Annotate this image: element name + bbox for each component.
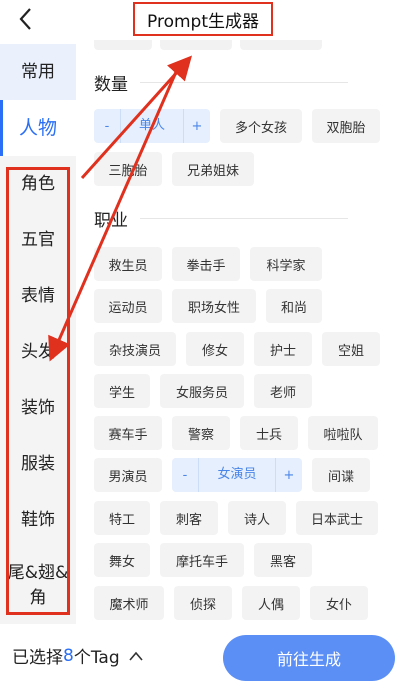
tag-occupation[interactable]: 赛车手 (94, 416, 162, 450)
tag-occupation[interactable]: 侦探 (174, 586, 232, 620)
selected-prefix: 已选择 (12, 648, 63, 668)
tag-occupation[interactable]: 修女 (186, 332, 244, 366)
tag-panel: 数量 - 单人 + 多个女孩 双胞胎 三胞胎 兄弟姐妹 职业 救生员 拳击手 科… (76, 40, 402, 625)
selected-suffix: 个Tag (73, 648, 120, 668)
tag-occupation[interactable]: 人偶 (242, 586, 300, 620)
sidebar-item-common[interactable]: 常用 (0, 44, 76, 100)
scrolled-tag-stub (160, 40, 232, 50)
quantity-stepper[interactable]: - 单人 + (94, 109, 210, 143)
tag-occupation[interactable]: 间谍 (312, 458, 370, 492)
tag-multiple-girls[interactable]: 多个女孩 (220, 109, 302, 143)
tag-occupation[interactable]: 拳击手 (172, 247, 240, 281)
tag-occupation[interactable]: 啦啦队 (308, 416, 378, 450)
tag-twins[interactable]: 双胞胎 (312, 109, 380, 143)
scrolled-tag-stub (94, 40, 152, 50)
sidebar-item-tail-wings-horns[interactable]: 尾&翅&角 (0, 554, 76, 618)
stepper-minus-button[interactable]: - (94, 119, 120, 134)
tag-occupation[interactable]: 舞女 (94, 543, 150, 577)
tag-occupation[interactable]: 杂技演员 (94, 332, 176, 366)
tag-triplets[interactable]: 三胞胎 (94, 152, 162, 186)
footer-bar: 已选择 8 个Tag 前往生成 (0, 625, 402, 686)
stepper-value: 女演员 (198, 458, 276, 492)
tag-occupation[interactable]: 魔术师 (94, 586, 164, 620)
chevron-up-icon (129, 651, 143, 661)
sidebar-item-shoes[interactable]: 鞋饰 (0, 492, 76, 548)
category-sidebar: 常用 人物 角色 五官 表情 头发 装饰 服装 鞋饰 尾&翅&角 (0, 44, 76, 624)
section-title-occupation: 职业 (94, 211, 128, 231)
page-title: Prompt生成器 (133, 2, 273, 36)
tag-occupation[interactable]: 科学家 (250, 247, 322, 281)
sidebar-item-accessories[interactable]: 装饰 (0, 380, 76, 436)
chevron-left-icon (19, 8, 31, 30)
actress-stepper[interactable]: - 女演员 + (172, 458, 302, 492)
header: Prompt生成器 (0, 0, 402, 40)
selected-count: 8 (63, 645, 74, 666)
tag-occupation[interactable]: 士兵 (240, 416, 298, 450)
section-divider (140, 82, 348, 83)
tag-occupation[interactable]: 特工 (94, 501, 150, 535)
sidebar-item-expression[interactable]: 表情 (0, 268, 76, 324)
tag-occupation[interactable]: 刺客 (160, 501, 218, 535)
tag-occupation[interactable]: 摩托车手 (160, 543, 244, 577)
tag-siblings[interactable]: 兄弟姐妹 (172, 152, 254, 186)
tag-occupation[interactable]: 诗人 (228, 501, 286, 535)
tag-occupation[interactable]: 黑客 (254, 543, 312, 577)
selected-tags-summary[interactable]: 已选择 8 个Tag (12, 643, 144, 668)
stepper-minus-button[interactable]: - (172, 468, 198, 483)
tag-occupation[interactable]: 女服务员 (160, 374, 244, 408)
tag-occupation[interactable]: 职场女性 (172, 289, 256, 323)
tag-occupation[interactable]: 学生 (94, 374, 150, 408)
sidebar-item-clothing[interactable]: 服装 (0, 436, 76, 492)
generate-button[interactable]: 前往生成 (223, 635, 395, 681)
tag-occupation[interactable]: 女仆 (310, 586, 368, 620)
stepper-value: 单人 (120, 109, 184, 143)
tag-occupation[interactable]: 救生员 (94, 247, 162, 281)
sidebar-item-role[interactable]: 角色 (0, 156, 76, 212)
section-divider (140, 218, 348, 219)
section-title-quantity: 数量 (94, 75, 128, 95)
scrolled-tag-stub (240, 40, 322, 50)
sidebar-item-character[interactable]: 人物 (0, 100, 76, 156)
tag-occupation[interactable]: 日本武士 (296, 501, 378, 535)
sidebar-item-hair[interactable]: 头发 (0, 324, 76, 380)
tag-occupation[interactable]: 老师 (254, 374, 312, 408)
stepper-plus-button[interactable]: + (276, 468, 302, 483)
tag-occupation[interactable]: 警察 (172, 416, 230, 450)
sidebar-item-features[interactable]: 五官 (0, 212, 76, 268)
back-button[interactable] (14, 6, 38, 32)
tag-occupation[interactable]: 护士 (254, 332, 312, 366)
tag-occupation[interactable]: 男演员 (94, 458, 162, 492)
stepper-plus-button[interactable]: + (184, 119, 210, 134)
tag-occupation[interactable]: 空姐 (322, 332, 380, 366)
tag-occupation[interactable]: 和尚 (266, 289, 322, 323)
tag-occupation[interactable]: 运动员 (94, 289, 162, 323)
